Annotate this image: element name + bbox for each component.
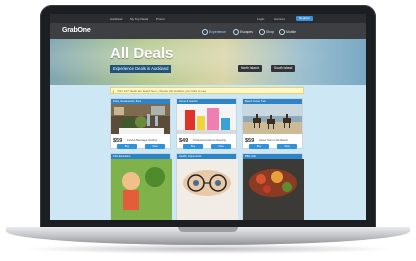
restaurant-illustration bbox=[111, 104, 170, 134]
register-button[interactable]: Register bbox=[296, 16, 314, 21]
account-link[interactable]: Account bbox=[274, 17, 285, 21]
page-subtitle: Experience Deals in Auckland bbox=[110, 65, 172, 73]
deal-card[interactable]: Pubs, Restaurants, Bars $59 Food & Bever… bbox=[110, 98, 171, 149]
nav-bar: GrabOne Experience Escapes Shop Mobile bbox=[50, 23, 366, 39]
horse-beach-illustration bbox=[243, 104, 302, 134]
logo[interactable]: GrabOne bbox=[62, 27, 91, 34]
shop-icon bbox=[259, 29, 265, 35]
notice-banner: Your 127 deals are listed here, choose t… bbox=[110, 87, 304, 95]
buy-button[interactable]: Buy bbox=[117, 144, 137, 149]
page-title: All Deals bbox=[110, 45, 174, 62]
location-selector[interactable]: Auckland bbox=[110, 17, 122, 21]
deal-image-eye bbox=[177, 159, 238, 220]
eye-illustration bbox=[177, 159, 238, 220]
deal-image-restaurant bbox=[111, 104, 170, 134]
bbq-illustration bbox=[243, 159, 304, 220]
deal-card[interactable]: BBQ Grill bbox=[242, 153, 304, 220]
my-deals-link[interactable]: My Top Deals bbox=[130, 17, 148, 21]
top-bar: Auckland My Top Deals Promo Login Accoun… bbox=[50, 14, 366, 23]
deal-description: Professional Home Cleaning bbox=[193, 139, 226, 142]
tab-mobile[interactable]: Mobile bbox=[279, 29, 296, 35]
north-island-button[interactable]: North Island bbox=[238, 65, 262, 72]
login-link[interactable]: Login bbox=[257, 17, 264, 21]
kids-illustration bbox=[111, 159, 172, 220]
deal-description: Horse Trek on the Beach bbox=[259, 139, 288, 142]
view-button[interactable]: View bbox=[277, 144, 297, 149]
laptop-notch bbox=[178, 227, 238, 232]
hero-banner: All Deals Experience Deals in Auckland N… bbox=[50, 39, 366, 85]
deal-card[interactable]: Beach Horse Trek $59 Horse Trek on the B… bbox=[242, 98, 303, 149]
deal-image-horses bbox=[243, 104, 302, 134]
experience-icon bbox=[202, 29, 208, 35]
tab-label: Experience bbox=[209, 29, 226, 34]
tab-label: Escapes bbox=[240, 29, 254, 34]
deal-image-kids bbox=[111, 159, 172, 220]
deal-image-bbq bbox=[243, 159, 304, 220]
buy-button[interactable]: Buy bbox=[183, 144, 203, 149]
tab-shop[interactable]: Shop bbox=[259, 29, 274, 35]
cleaning-illustration bbox=[177, 104, 236, 134]
deal-image-cleaning bbox=[177, 104, 236, 134]
deal-description: Food & Beverage Voucher bbox=[127, 139, 158, 142]
tab-escapes[interactable]: Escapes bbox=[233, 29, 253, 35]
buy-button[interactable]: Buy bbox=[249, 144, 269, 149]
laptop-shadow bbox=[20, 244, 396, 254]
deal-card[interactable]: Home & Garden $49 Professional Home Clea… bbox=[176, 98, 237, 149]
view-button[interactable]: View bbox=[145, 144, 165, 149]
mobile-icon bbox=[279, 29, 285, 35]
escapes-icon bbox=[233, 29, 239, 35]
deal-card[interactable]: Kids Education bbox=[110, 153, 172, 220]
view-button[interactable]: View bbox=[211, 144, 231, 149]
tab-label: Shop bbox=[266, 29, 274, 34]
screen: Auckland My Top Deals Promo Login Accoun… bbox=[50, 14, 366, 220]
south-island-button[interactable]: South Island bbox=[271, 65, 296, 72]
tab-experience[interactable]: Experience bbox=[202, 29, 226, 35]
promo-link[interactable]: Promo bbox=[156, 17, 165, 21]
deal-card[interactable]: Health, Optometrist bbox=[176, 153, 238, 220]
tab-label: Mobile bbox=[286, 29, 296, 34]
